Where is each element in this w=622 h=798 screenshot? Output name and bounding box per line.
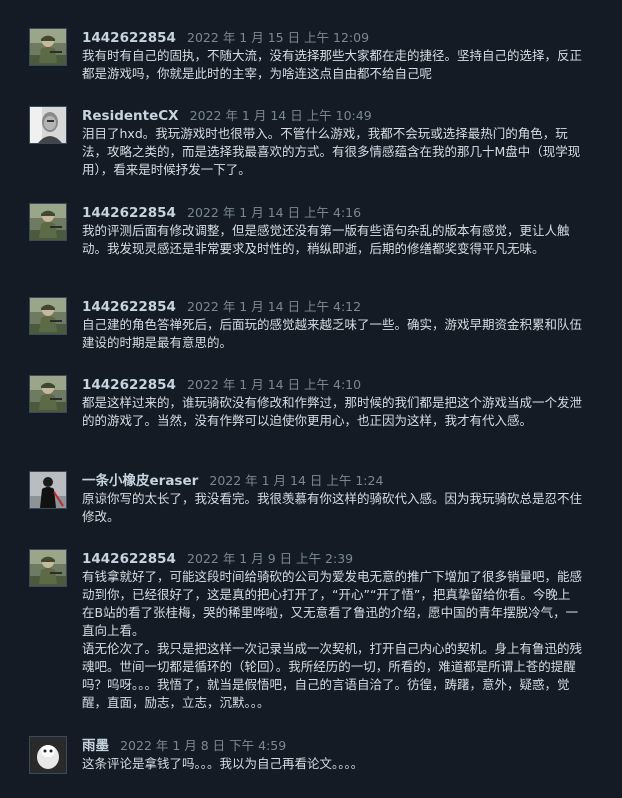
soldier-avatar[interactable]	[29, 28, 67, 66]
comment-timestamp: 2022 年 1 月 9 日 上午 2:39	[187, 551, 354, 566]
comment-text: 泪目了hxd。我玩游戏时也很带入。不管什么游戏，我都不会玩或选择最热门的角色，玩…	[82, 126, 581, 177]
comment-timestamp: 2022 年 1 月 14 日 上午 10:49	[189, 108, 372, 123]
dark-knight-avatar[interactable]	[29, 471, 67, 509]
author-name[interactable]: 1442622854	[82, 30, 176, 46]
comment-timestamp: 2022 年 1 月 14 日 上午 4:12	[187, 299, 362, 314]
comment-text: 我的评测后面有修改调整，但是感觉还没有第一版有些语句杂乱的版本有感觉，更让人触动…	[82, 223, 570, 256]
comment-timestamp: 2022 年 1 月 15 日 上午 12:09	[187, 30, 370, 45]
bw-portrait-avatar[interactable]	[29, 106, 67, 144]
author-name[interactable]: 1442622854	[82, 551, 176, 567]
author-name[interactable]: 1442622854	[82, 299, 176, 315]
author-name[interactable]: 一条小橡皮eraser	[82, 473, 198, 489]
white-creature-avatar[interactable]	[29, 736, 67, 774]
comment-text: 都是这样过来的，谁玩骑砍没有修改和作弊过，那时候的我们都是把这个游戏当成一个发泄…	[82, 395, 583, 428]
comment-text: 原谅你写的太长了，我没看完。我很羡慕有你这样的骑砍代入感。因为我玩骑砍总是忍不住…	[82, 491, 583, 524]
comment-timestamp: 2022 年 1 月 14 日 上午 4:16	[187, 205, 362, 220]
soldier-avatar[interactable]	[29, 549, 67, 587]
comment-timestamp: 2022 年 1 月 14 日 上午 1:24	[209, 473, 384, 488]
author-name[interactable]: ResidenteCX	[82, 108, 179, 124]
author-name[interactable]: 1442622854	[82, 205, 176, 221]
comment-timestamp: 2022 年 1 月 8 日 下午 4:59	[120, 738, 287, 753]
comment-timestamp: 2022 年 1 月 14 日 上午 4:10	[187, 377, 362, 392]
soldier-avatar[interactable]	[29, 203, 67, 241]
author-name[interactable]: 雨墨	[82, 738, 109, 754]
soldier-avatar[interactable]	[29, 297, 67, 335]
author-name[interactable]: 1442622854	[82, 377, 176, 393]
comment-text: 自己建的角色答禅死后，后面玩的感觉越来越乏味了一些。确实，游戏早期资金积累和队伍…	[82, 317, 583, 350]
comment-text: 有钱拿就好了，可能这段时间给骑砍的公司为爱发电无意的推广下增加了很多销量吧，能感…	[82, 569, 583, 710]
comment-text: 我有时有自己的固执，不随大流，没有选择那些大家都在走的捷径。坚持自己的选择，反正…	[82, 48, 583, 81]
comment-text: 这条评论是拿钱了吗。。。我以为自己再看论文。。。。	[82, 756, 364, 771]
soldier-avatar[interactable]	[29, 375, 67, 413]
